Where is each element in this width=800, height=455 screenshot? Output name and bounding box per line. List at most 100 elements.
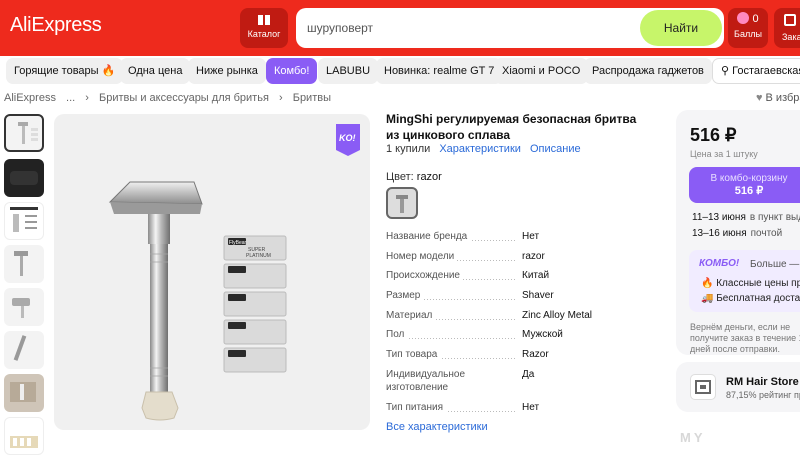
purchases-count: 1 купили xyxy=(386,143,431,155)
color-value: razor xyxy=(416,171,442,183)
watermark: MY xyxy=(680,430,706,445)
orders-icon xyxy=(784,14,796,26)
delivery-method: в пункт выдачи xyxy=(749,212,800,223)
product-meta: 1 купили Характеристики Описание xyxy=(386,143,587,155)
store-rating: 87,15% рейтинг продавца xyxy=(726,390,800,400)
color-label: Цвет: razor xyxy=(386,171,442,183)
combo-promo[interactable]: КОМБО! Больше — 🔥 Классные цены при 🚚 Бе… xyxy=(689,250,800,312)
color-swatch-razor[interactable] xyxy=(386,187,418,219)
aliexpress-logo[interactable]: AliExpress xyxy=(10,14,102,37)
property-value: Мужской xyxy=(522,329,563,340)
property-key: Название бренда xyxy=(386,231,471,242)
store-avatar xyxy=(690,374,716,400)
razor-illustration xyxy=(108,181,203,421)
chip-hot-deals[interactable]: Горящие товары 🔥 xyxy=(6,58,124,84)
combo-button-price: 516 ₽ xyxy=(734,185,764,197)
product-main-image[interactable] xyxy=(54,114,370,430)
orders-button[interactable]: Заказы xyxy=(774,8,800,48)
product-price: 516 ₽ xyxy=(690,125,737,145)
combo-button-label: В комбо-корзину xyxy=(710,173,788,184)
chip-gadgets-sale[interactable]: Распродажа гаджетов xyxy=(584,58,712,84)
points-button[interactable]: 0 Баллы xyxy=(728,8,768,48)
thumbnail-infographic[interactable] xyxy=(4,202,44,240)
property-key: Номер модели xyxy=(386,251,458,262)
chip-below-market[interactable]: Ниже рынка xyxy=(188,58,266,84)
combo-feature-prices: 🔥 Классные цены при xyxy=(701,278,800,289)
points-label: Баллы xyxy=(734,29,762,39)
thumbnail-razor-main[interactable] xyxy=(4,114,44,152)
add-to-combo-cart-button[interactable]: В комбо-корзину 516 ₽ xyxy=(689,167,800,203)
combo-badge-text: KO! xyxy=(339,133,356,143)
thumbnail-razor-head[interactable] xyxy=(4,288,44,326)
chip-realme[interactable]: Новинка: realme GT 7 xyxy=(376,58,503,84)
top-header: AliExpress Каталог Найти 0 Баллы Заказы xyxy=(0,0,800,56)
property-value: Shaver xyxy=(522,290,554,301)
combo-logo: КОМБО! xyxy=(699,258,740,269)
property-key: Пол xyxy=(386,329,408,340)
property-value: Нет xyxy=(522,402,540,413)
combo-feature-text: Бесплатная доставка xyxy=(716,293,800,304)
price-note: Цена за 1 штуку xyxy=(690,149,758,159)
property-key: Индивидуальное изготовление xyxy=(386,369,466,393)
points-icon xyxy=(737,12,750,24)
thumbnail-package[interactable] xyxy=(4,417,44,455)
heart-icon: ♥ xyxy=(756,92,763,104)
breadcrumb-separator: › xyxy=(278,92,283,104)
thumbnail-razor-side[interactable] xyxy=(4,331,44,369)
catalog-icon xyxy=(258,15,270,25)
truck-icon: 🚚 xyxy=(701,293,717,304)
razor-swatch-icon xyxy=(396,195,408,213)
delivery-method: почтой xyxy=(750,228,783,239)
blade-platinum-label: PLATINUM xyxy=(246,253,271,259)
breadcrumb: AliExpress ... › Бритвы и аксессуары для… xyxy=(4,92,338,104)
property-value: Китай xyxy=(522,270,550,281)
search-button[interactable]: Найти xyxy=(640,10,722,46)
points-count: 0 xyxy=(752,13,759,25)
thumbnail-razor-photo[interactable] xyxy=(4,374,44,412)
chip-combo[interactable]: Комбо! xyxy=(266,58,318,84)
combo-feature-delivery: 🚚 Бесплатная доставка xyxy=(701,293,800,304)
catalog-label: Каталог xyxy=(247,29,281,39)
fire-icon: 🔥 xyxy=(701,278,717,289)
blade-brand-label: FlyBear xyxy=(229,240,247,246)
property-value: Razor xyxy=(522,349,549,360)
delivery-date: 13–16 июня xyxy=(692,228,747,239)
favorite-label: В избранное xyxy=(765,92,800,104)
thumbnail-razor-angle[interactable] xyxy=(4,245,44,283)
chip-xiaomi[interactable]: Xiaomi и POCO xyxy=(494,58,589,84)
property-value: Нет xyxy=(522,231,540,242)
page: AliExpress Каталог Найти 0 Баллы Заказы … xyxy=(0,0,800,455)
property-key: Тип товара xyxy=(386,349,441,360)
thumbnail-case[interactable] xyxy=(4,159,44,197)
favorite-button[interactable]: ♥В избранное xyxy=(756,92,800,104)
location-pin-icon: ⚲ xyxy=(721,65,733,77)
delivery-date: 11–13 июня xyxy=(692,212,746,223)
catalog-button[interactable]: Каталог xyxy=(240,8,288,48)
delivery-option-post: 13–16 июня почтой xyxy=(692,228,782,239)
store-name[interactable]: RM Hair Store xyxy=(726,376,799,388)
breadcrumb-separator: › xyxy=(85,92,89,104)
chip-one-price[interactable]: Одна цена xyxy=(120,58,191,84)
orders-label: Заказы xyxy=(782,32,800,42)
property-key: Происхождение xyxy=(386,270,463,281)
property-key: Материал xyxy=(386,310,436,321)
specs-link[interactable]: Характеристики xyxy=(439,143,521,155)
product-title: MingShi регулируемая безопасная бритва и… xyxy=(386,112,637,142)
chip-labubu[interactable]: LABUBU xyxy=(318,58,379,84)
color-label-text: Цвет: xyxy=(386,171,414,183)
all-specs-link[interactable]: Все характеристики xyxy=(386,421,488,433)
breadcrumb-razors[interactable]: Бритвы xyxy=(293,92,331,104)
description-link[interactable]: Описание xyxy=(530,143,581,155)
property-value: razor xyxy=(522,251,545,262)
property-value: Zinc Alloy Metal xyxy=(522,310,593,321)
combo-badge: KO! xyxy=(336,124,360,156)
store-card[interactable]: RM Hair Store 87,15% рейтинг продавца xyxy=(676,362,800,412)
search-bar: Найти xyxy=(296,8,724,48)
breadcrumb-home[interactable]: AliExpress xyxy=(4,92,56,104)
breadcrumb-ellipsis[interactable]: ... xyxy=(66,92,75,104)
category-chips: Горящие товары 🔥 Одна цена Ниже рынка Ко… xyxy=(0,58,800,86)
delivery-option-pickup: 11–13 июняв пункт выдачи xyxy=(692,212,800,223)
breadcrumb-razor-accessories[interactable]: Бритвы и аксессуары для бритья xyxy=(99,92,269,104)
chip-location[interactable]: ⚲ Гостагаевская xyxy=(712,58,800,84)
search-input[interactable] xyxy=(296,8,636,48)
